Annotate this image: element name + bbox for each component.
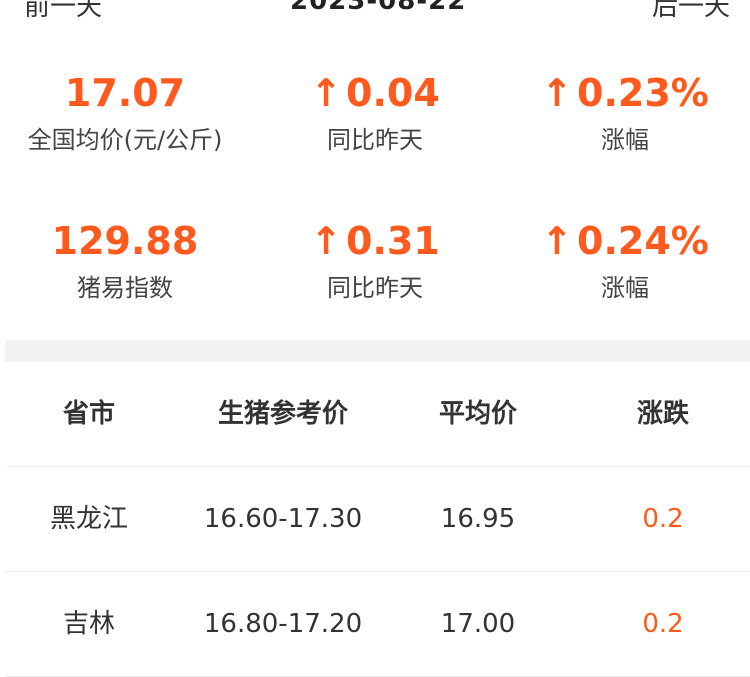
table-row[interactable]: 吉林 16.80-17.20 17.00 0.2 xyxy=(5,572,750,677)
province-cell: 黑龙江 xyxy=(49,504,128,534)
price-change-stat: ↑ 0.04 同比昨天 xyxy=(250,68,500,155)
current-date: 2023-08-22 xyxy=(290,0,467,16)
previous-day-button[interactable]: 前一天 xyxy=(24,0,102,23)
avg-price-cell: 17.00 xyxy=(440,609,516,639)
up-arrow-icon: ↑ xyxy=(310,219,343,263)
header-ref-price: 生猪参考价 xyxy=(217,399,348,429)
up-arrow-icon: ↑ xyxy=(310,71,343,115)
national-price-label: 全国均价(元/公斤) xyxy=(27,126,223,154)
table-row[interactable]: 黑龙江 16.60-17.30 16.95 0.2 xyxy=(5,467,750,572)
pig-index-value: 129.88 xyxy=(51,219,199,263)
province-cell: 吉林 xyxy=(62,609,115,639)
index-change-label: 同比昨天 xyxy=(327,274,423,302)
change-cell: 0.2 xyxy=(642,609,684,639)
up-arrow-icon: ↑ xyxy=(541,71,573,115)
section-divider xyxy=(5,340,750,362)
price-change-pct-stat: ↑ 0.23% 涨幅 xyxy=(500,68,750,155)
national-price-value: 17.07 xyxy=(64,71,186,115)
price-change-pct-value: 0.23% xyxy=(577,71,709,115)
header-change: 涨跌 xyxy=(636,399,689,429)
ref-price-cell: 16.80-17.20 xyxy=(203,609,363,639)
national-price-stat: 17.07 全国均价(元/公斤) xyxy=(0,68,250,155)
header-avg-price: 平均价 xyxy=(438,399,517,429)
index-change-stat: ↑ 0.31 同比昨天 xyxy=(250,216,500,303)
index-change-pct-stat: ↑ 0.24% 涨幅 xyxy=(500,216,750,303)
up-arrow-icon: ↑ xyxy=(541,219,573,263)
change-cell: 0.2 xyxy=(642,504,684,534)
price-table: 省市 生猪参考价 平均价 涨跌 黑龙江 16.60-17.30 16.95 0.… xyxy=(5,362,750,677)
index-change-pct-label: 涨幅 xyxy=(601,274,649,302)
price-change-pct-label: 涨幅 xyxy=(601,126,649,154)
price-change-value: 0.04 xyxy=(346,71,440,115)
index-change-value: 0.31 xyxy=(346,219,440,263)
date-navigation: 前一天 2023-08-22 后一天 xyxy=(0,0,750,26)
table-header-row: 省市 生猪参考价 平均价 涨跌 xyxy=(5,362,750,467)
price-change-label: 同比昨天 xyxy=(327,126,423,154)
ref-price-cell: 16.60-17.30 xyxy=(203,504,363,534)
pig-index-stat: 129.88 猪易指数 xyxy=(0,216,250,303)
next-day-button[interactable]: 后一天 xyxy=(652,0,730,23)
index-change-pct-value: 0.24% xyxy=(577,219,709,263)
header-province: 省市 xyxy=(62,399,115,429)
pig-index-label: 猪易指数 xyxy=(77,274,173,302)
avg-price-cell: 16.95 xyxy=(440,504,516,534)
